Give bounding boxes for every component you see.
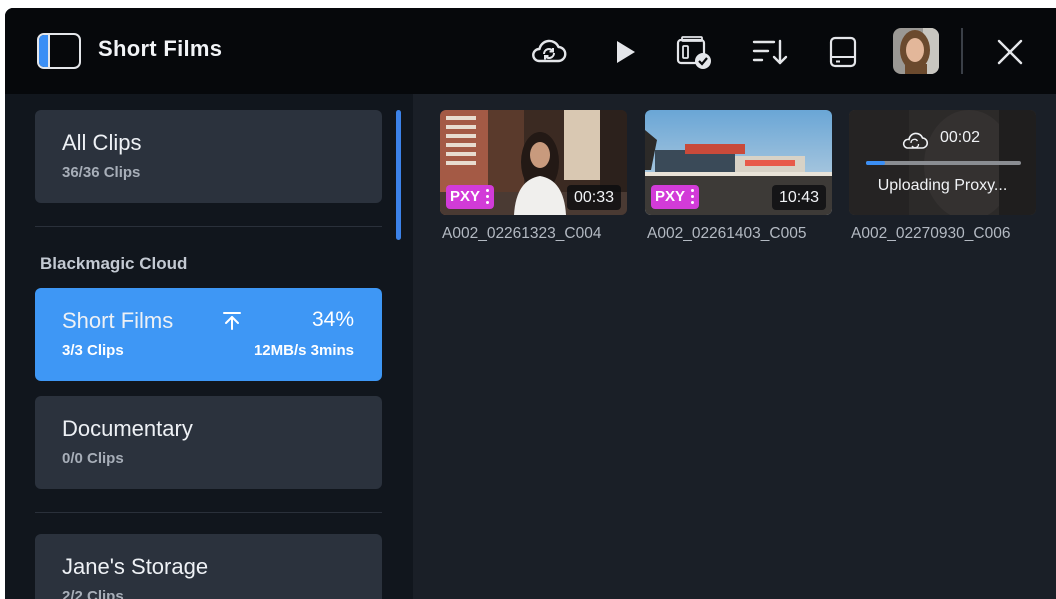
sidebar-item-janes-storage[interactable]: Jane's Storage 2/2 Clips <box>35 534 382 599</box>
sidebar-item-all-clips[interactable]: All Clips 36/36 Clips <box>35 110 382 203</box>
cloud-sync-icon <box>902 132 929 149</box>
avatar[interactable] <box>893 28 939 74</box>
sidebar-item-count: 36/36 Clips <box>62 164 141 181</box>
sidebar-item-count: 0/0 Clips <box>62 450 124 467</box>
app-window: Short Films All Clips 36/36 Clips Blackm… <box>5 8 1056 599</box>
sidebar-item-label: Jane's Storage <box>62 554 209 579</box>
section-label: Blackmagic Cloud <box>40 254 188 273</box>
upload-progress-fill <box>866 161 885 165</box>
sidebar-toggle-icon[interactable] <box>37 33 81 69</box>
upload-progress-bar <box>866 161 1021 165</box>
sidebar-item-label: All Clips <box>62 130 142 155</box>
upload-rate: 12MB/s 3mins <box>253 342 354 359</box>
divider <box>35 512 382 513</box>
clip-thumbnail[interactable]: PXY 00:33 <box>440 110 627 215</box>
sidebar-scrollbar[interactable] <box>396 110 401 240</box>
clip-duration: 10:43 <box>771 185 826 210</box>
top-bar: Short Films <box>5 8 1056 94</box>
cloud-sync-icon[interactable] <box>529 32 569 72</box>
proxy-badge: PXY <box>651 185 699 209</box>
close-icon[interactable] <box>990 32 1030 72</box>
upload-icon <box>223 312 241 330</box>
upload-percent: 34% <box>311 308 354 331</box>
sort-icon[interactable] <box>749 32 789 72</box>
divider <box>35 226 382 227</box>
upload-time: 00:02 <box>940 129 981 146</box>
storage-drive-icon[interactable] <box>823 32 863 72</box>
projects-sidebar: All Clips 36/36 Clips Blackmagic Cloud S… <box>5 94 413 599</box>
sidebar-item-label: Documentary <box>62 416 193 441</box>
upload-status: Uploading Proxy... <box>877 177 1008 194</box>
sidebar-item-label: Short Films <box>62 308 174 333</box>
clip-name: A002_02261403_C005 <box>647 225 807 242</box>
play-icon[interactable] <box>605 32 645 72</box>
clip-duration: 00:33 <box>566 185 621 210</box>
sidebar-item-documentary[interactable]: Documentary 0/0 Clips <box>35 396 382 489</box>
page-title: Short Films <box>98 36 223 61</box>
clip-thumbnail[interactable]: 00:02 Uploading Proxy... <box>849 110 1036 215</box>
toolbar-divider <box>961 28 963 74</box>
proxy-badge: PXY <box>446 185 494 209</box>
sidebar-item-count: 2/2 Clips <box>62 588 124 599</box>
clip-name: A002_02270930_C006 <box>851 225 1011 242</box>
sidebar-item-short-films[interactable]: Short Films 3/3 Clips 34% 12MB/s 3mins <box>35 288 382 381</box>
clip-thumbnail[interactable]: PXY 10:43 <box>645 110 832 215</box>
proxy-card-icon[interactable] <box>673 32 713 72</box>
sidebar-item-count: 3/3 Clips <box>62 342 124 359</box>
clip-name: A002_02261323_C004 <box>442 225 602 242</box>
